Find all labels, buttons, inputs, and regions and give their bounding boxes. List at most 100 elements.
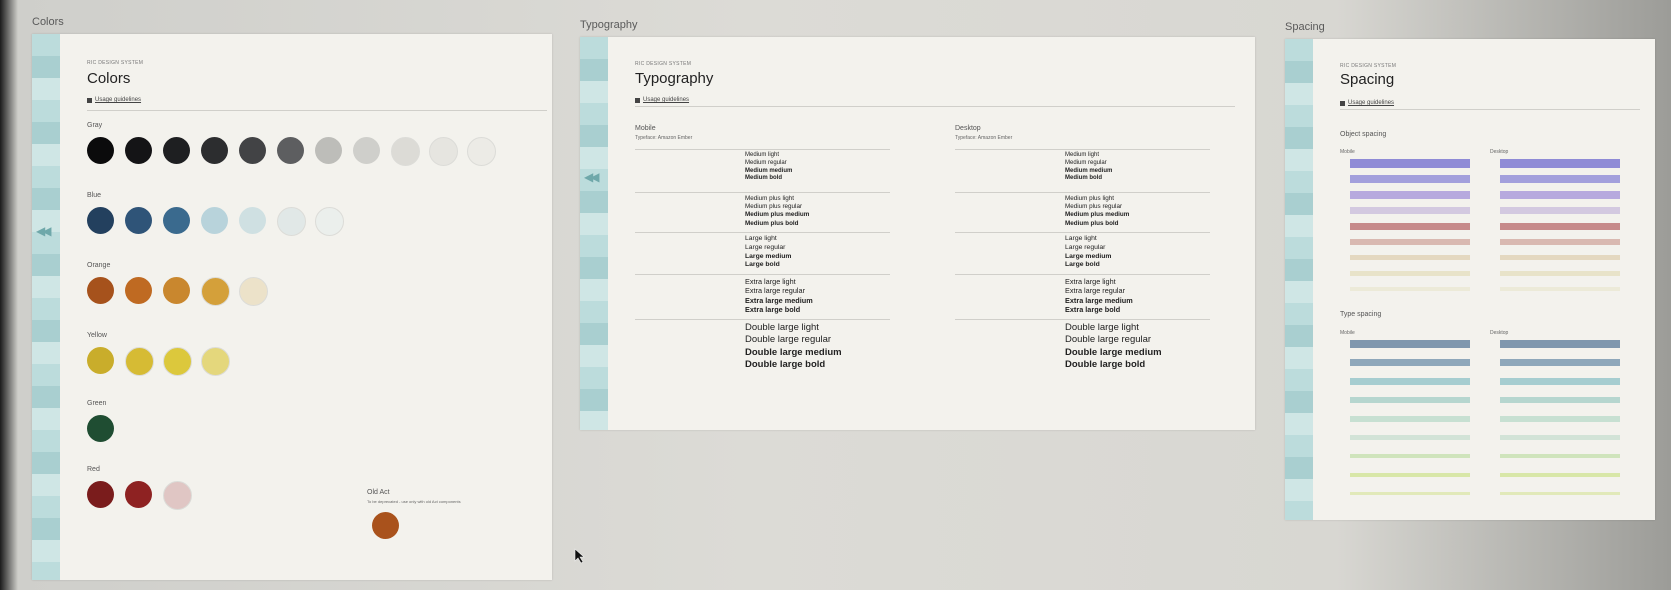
spacing-bar	[1350, 159, 1470, 168]
spacing-bar	[1350, 175, 1470, 184]
spacing-bar	[1500, 191, 1620, 199]
color-swatch[interactable]	[125, 481, 152, 508]
spacing-bar	[1500, 287, 1620, 292]
color-swatch[interactable]	[87, 415, 114, 442]
spacing-bar	[1350, 340, 1470, 348]
color-swatch[interactable]	[125, 277, 152, 304]
type-style-group: Medium light Medium regular Medium medium M…	[745, 152, 792, 183]
eyebrow: RIC DESIGN SYSTEM	[635, 61, 692, 67]
color-swatch[interactable]	[125, 137, 152, 164]
type-sample: Medium plus regular	[745, 203, 803, 211]
mobile-label: Mobile	[1340, 149, 1355, 155]
spacing-bar	[1350, 454, 1470, 459]
color-swatch[interactable]	[125, 207, 152, 234]
color-swatch[interactable]	[372, 512, 399, 539]
type-sample: Large light	[1065, 235, 1097, 242]
type-sample: Double large regular	[745, 334, 832, 346]
type-sample: Medium light	[745, 152, 780, 158]
spacing-bar	[1500, 175, 1620, 184]
spacing-bar	[1500, 207, 1620, 215]
color-group-label: Red	[87, 466, 100, 473]
spacing-bar	[1500, 454, 1620, 459]
color-swatch[interactable]	[201, 277, 230, 306]
color-swatch[interactable]	[163, 481, 192, 510]
color-swatch[interactable]	[239, 277, 268, 306]
color-swatch[interactable]	[201, 137, 228, 164]
color-swatch[interactable]	[353, 137, 380, 164]
spacing-board[interactable]: RIC DESIGN SYSTEM Spacing Usage guidelin…	[1285, 39, 1655, 520]
page-title: Colors	[87, 70, 131, 87]
divider	[87, 110, 547, 111]
color-swatch[interactable]	[201, 347, 230, 376]
type-sample: Medium plus medium	[745, 211, 810, 219]
type-sample: Extra large light	[745, 277, 796, 286]
type-sample: Large bold	[1065, 261, 1100, 269]
color-swatch[interactable]	[391, 137, 420, 166]
spacing-bar	[1500, 473, 1620, 477]
color-group-label: Orange	[87, 262, 111, 269]
color-swatch[interactable]	[277, 137, 304, 164]
divider	[635, 149, 890, 150]
type-sample: Large regular	[1065, 243, 1106, 251]
type-sample: Large medium	[745, 252, 792, 260]
color-swatch[interactable]	[87, 137, 114, 164]
colors-board[interactable]: ◀◀ RIC DESIGN SYSTEM Colors Usage guidel…	[32, 34, 552, 580]
divider	[635, 106, 1235, 107]
frame-label-typography[interactable]: Typography	[580, 19, 637, 31]
type-sample: Double large bold	[745, 359, 826, 371]
type-style-group: Medium light Medium regular Medium medium M…	[1065, 152, 1112, 183]
color-swatch[interactable]	[239, 137, 266, 164]
frame-label-colors[interactable]: Colors	[32, 16, 64, 28]
type-sample: Medium plus light	[745, 195, 794, 202]
color-group-label: Yellow	[87, 332, 107, 339]
type-sample: Large regular	[745, 243, 786, 251]
book-icon	[87, 98, 92, 103]
color-swatch[interactable]	[163, 137, 190, 164]
color-swatch[interactable]	[315, 137, 342, 164]
spacing-bar	[1500, 416, 1620, 422]
spacing-bar	[1350, 191, 1470, 199]
divider	[635, 319, 890, 320]
spacing-bar	[1350, 207, 1470, 215]
color-swatch[interactable]	[87, 277, 114, 304]
divider	[955, 319, 1210, 320]
color-group-label: Gray	[87, 122, 103, 129]
type-sample: Double large light	[745, 322, 819, 333]
spacing-bar	[1350, 492, 1470, 496]
old-act-title: Old Act	[367, 489, 390, 496]
color-swatch[interactable]	[125, 347, 154, 376]
decorative-pattern	[1285, 39, 1313, 520]
typography-board[interactable]: ◀◀ RIC DESIGN SYSTEM Typography Usage gu…	[580, 37, 1255, 430]
color-swatch[interactable]	[239, 207, 266, 234]
color-swatch[interactable]	[163, 277, 190, 304]
usage-guidelines-link[interactable]: Usage guidelines	[643, 97, 689, 103]
spacing-bar	[1500, 359, 1620, 367]
type-sample: Extra large medium	[745, 295, 813, 305]
type-sample: Large light	[745, 235, 777, 242]
color-swatch[interactable]	[201, 207, 228, 234]
type-sample: Medium bold	[745, 175, 782, 182]
typeface-label: Typeface: Amazon Ember	[955, 135, 1013, 141]
usage-guidelines-link[interactable]: Usage guidelines	[1348, 100, 1394, 106]
spacing-bar	[1350, 435, 1470, 440]
type-sample: Extra large medium	[1065, 295, 1133, 305]
color-swatch[interactable]	[467, 137, 496, 166]
color-swatch[interactable]	[315, 207, 344, 236]
divider	[635, 232, 890, 233]
usage-guidelines-link[interactable]: Usage guidelines	[95, 97, 141, 103]
color-swatch[interactable]	[87, 347, 114, 374]
frame-label-spacing[interactable]: Spacing	[1285, 21, 1325, 33]
type-sample: Double large bold	[1065, 359, 1146, 371]
color-swatch[interactable]	[277, 207, 306, 236]
color-swatch[interactable]	[87, 207, 114, 234]
spacing-bar	[1500, 159, 1620, 168]
color-swatch[interactable]	[163, 207, 190, 234]
divider	[1340, 109, 1640, 110]
color-swatch[interactable]	[429, 137, 458, 166]
color-swatch[interactable]	[87, 481, 114, 508]
color-group-label: Green	[87, 400, 107, 407]
spacing-bar	[1350, 271, 1470, 276]
object-spacing-heading: Object spacing	[1340, 131, 1387, 138]
spacing-bar	[1350, 239, 1470, 245]
color-swatch[interactable]	[163, 347, 192, 376]
